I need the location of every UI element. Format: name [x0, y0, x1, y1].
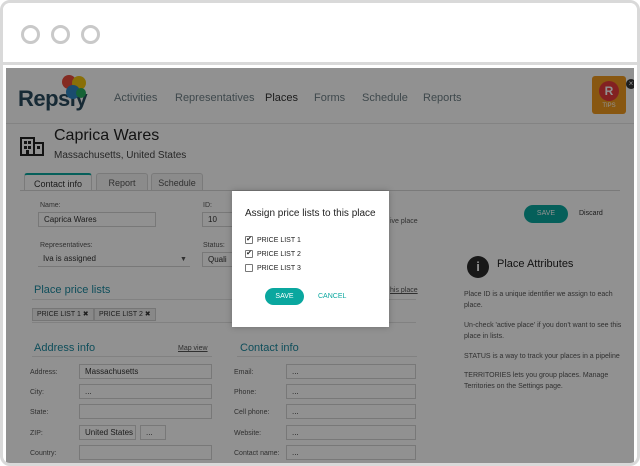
price-list-3-checkbox[interactable] [245, 264, 253, 272]
price-list-2-checkbox[interactable]: ✔ [245, 250, 253, 258]
dialog-save-button[interactable]: SAVE [265, 288, 304, 305]
app-viewport: Repsly Activities Representatives Places… [6, 68, 634, 463]
price-list-1-label[interactable]: PRICE LIST 1 [257, 237, 301, 244]
browser-window: Repsly Activities Representatives Places… [0, 0, 640, 466]
window-close-button[interactable] [21, 25, 40, 44]
assign-price-lists-dialog: Assign price lists to this place ✔ PRICE… [232, 191, 389, 327]
window-minimize-button[interactable] [51, 25, 70, 44]
price-list-1-checkbox[interactable]: ✔ [245, 236, 253, 244]
dialog-title: Assign price lists to this place [245, 208, 376, 219]
window-chrome [3, 3, 637, 65]
price-list-3-label[interactable]: PRICE LIST 3 [257, 265, 301, 272]
price-list-2-label[interactable]: PRICE LIST 2 [257, 251, 301, 258]
window-maximize-button[interactable] [81, 25, 100, 44]
dialog-cancel-button[interactable]: CANCEL [318, 293, 346, 300]
